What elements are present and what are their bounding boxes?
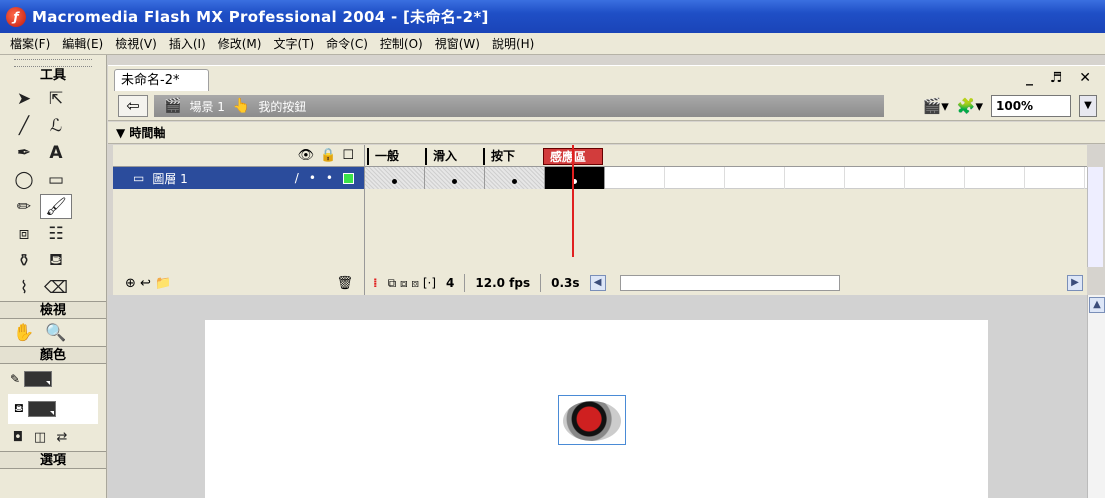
ink-bottle-tool-icon[interactable]: ⚱ xyxy=(8,248,40,273)
flash-app-icon: ƒ xyxy=(6,6,26,27)
layer-name: 圖層 1 xyxy=(152,171,188,186)
frame-label-over: 滑入 xyxy=(425,148,481,165)
color-header: 顏色 xyxy=(0,346,106,364)
frame-down[interactable] xyxy=(485,167,545,189)
stroke-color-icon: ✎ xyxy=(10,372,21,386)
onion-skin-icons[interactable]: ⧉ ⧈ ⧇ [·] xyxy=(388,276,436,291)
tools-panel: 工具 ➤ ⇱ ╱ ℒ ✒ A ◯ ▭ ✏ 🖌 ⧈ ☷ ⚱ ⛾ ⌇ ⌫ 檢視 ✋ … xyxy=(0,55,107,498)
text-tool-icon[interactable]: A xyxy=(40,140,72,165)
selection-tool-icon[interactable]: ➤ xyxy=(8,86,40,111)
scene-crumb[interactable]: 場景 1 xyxy=(189,98,224,115)
brush-tool-icon[interactable]: 🖌 xyxy=(40,194,72,219)
lasso-tool-icon[interactable]: ℒ xyxy=(40,113,72,138)
menu-file[interactable]: 檔案(F) xyxy=(4,35,56,52)
layers-panel: 👁 🔒 ☐ ▭ 圖層 1 / • • ⊕ ↩ 📁 🗑 xyxy=(113,145,365,295)
pencil-tool-icon[interactable]: ✏ xyxy=(8,194,40,219)
elapsed-time: 0.3s xyxy=(551,276,580,290)
edit-symbols-icon[interactable]: 🧩▾ xyxy=(957,97,983,115)
rectangle-tool-icon[interactable]: ▭ xyxy=(40,167,72,192)
document-tab-bar: 未命名-2* _ ♬ ✕ xyxy=(108,65,1105,93)
no-color-icon[interactable]: ◫ xyxy=(30,425,50,450)
current-frame: 4 xyxy=(446,276,455,290)
fill-color-icon: ⛾ xyxy=(14,401,24,415)
options-header: 選項 xyxy=(0,451,106,469)
back-arrow-icon[interactable]: ⇦ xyxy=(118,95,148,117)
add-layer-icons[interactable]: ⊕ ↩ 📁 xyxy=(125,276,171,291)
free-transform-tool-icon[interactable]: ⧈ xyxy=(8,221,40,246)
layer-icon: ▭ xyxy=(133,171,145,185)
eraser-tool-icon[interactable]: ⌫ xyxy=(40,275,72,300)
visible-dot-icon[interactable]: • xyxy=(309,171,316,185)
zoom-field[interactable]: 100% xyxy=(991,95,1071,117)
line-tool-icon[interactable]: ╱ xyxy=(8,113,40,138)
frame-label-up: 一般 xyxy=(367,148,423,165)
fill-transform-tool-icon[interactable]: ☷ xyxy=(40,221,72,246)
menu-view[interactable]: 檢視(V) xyxy=(109,35,163,52)
scroll-up-icon[interactable]: ▲ xyxy=(1089,297,1105,313)
menu-help[interactable]: 說明(H) xyxy=(486,35,540,52)
edit-scene-icon[interactable]: 🎬▾ xyxy=(923,97,949,115)
menu-window[interactable]: 視窗(W) xyxy=(429,35,486,52)
document-area: 未命名-2* _ ♬ ✕ ⇦ 🎬 場景 1 👆 我的按鈕 🎬▾ 🧩▾ 100% … xyxy=(108,55,1105,498)
collapse-arrow-icon[interactable]: ▼ xyxy=(116,126,125,140)
fill-color-swatch[interactable] xyxy=(27,401,56,417)
selection-box xyxy=(558,395,626,445)
zoom-tool-icon[interactable]: 🔍 xyxy=(40,320,72,345)
timeline-header[interactable]: ▼ 時間軸 xyxy=(108,122,1105,144)
pen-tool-icon[interactable]: ✒ xyxy=(8,140,40,165)
outline-color-box[interactable] xyxy=(343,172,354,184)
layer-row[interactable]: ▭ 圖層 1 / • • xyxy=(113,167,364,189)
swap-colors-icon[interactable]: ⇄ xyxy=(52,425,72,450)
frames-row[interactable] xyxy=(365,167,1087,189)
black-white-icon[interactable]: ◘ xyxy=(8,425,28,450)
menu-text[interactable]: 文字(T) xyxy=(267,35,320,52)
eyedropper-tool-icon[interactable]: ⌇ xyxy=(8,275,40,300)
eye-icon[interactable]: 👁 xyxy=(298,148,315,163)
button-symbol-icon: 👆 xyxy=(232,98,251,114)
menu-bar: 檔案(F) 編輯(E) 檢視(V) 插入(I) 修改(M) 文字(T) 命令(C… xyxy=(0,33,1105,55)
trash-icon[interactable]: 🗑 xyxy=(336,276,353,291)
subselection-tool-icon[interactable]: ⇱ xyxy=(40,86,72,111)
window-title: Macromedia Flash MX Professional 2004 - … xyxy=(32,8,489,26)
frame-up[interactable] xyxy=(365,167,425,189)
timeline-hscroll[interactable] xyxy=(619,275,840,291)
breadcrumb: 🎬 場景 1 👆 我的按鈕 xyxy=(154,95,884,117)
lock-icon[interactable]: 🔒 xyxy=(320,148,336,163)
view-header: 檢視 xyxy=(0,301,106,319)
frame-label-down: 按下 xyxy=(483,148,539,165)
title-bar: ƒ Macromedia Flash MX Professional 2004 … xyxy=(0,0,1105,33)
scene-icon: 🎬 xyxy=(164,98,182,114)
frame-over[interactable] xyxy=(425,167,485,189)
symbol-crumb[interactable]: 我的按鈕 xyxy=(258,98,306,115)
paint-bucket-tool-icon[interactable]: ⛾ xyxy=(40,248,72,273)
menu-control[interactable]: 控制(O) xyxy=(374,35,429,52)
menu-commands[interactable]: 命令(C) xyxy=(320,35,374,52)
timeline-status: ⁞ ⧉ ⧈ ⧇ [·] 4 12.0 fps 0.3s ◀ ▶ xyxy=(365,271,1087,295)
scroll-right-icon[interactable]: ▶ xyxy=(1067,275,1083,291)
document-tab[interactable]: 未命名-2* xyxy=(114,69,209,93)
menu-insert[interactable]: 插入(I) xyxy=(163,35,212,52)
zoom-dropdown-icon[interactable]: ▼ xyxy=(1079,95,1097,117)
timeline-title: 時間軸 xyxy=(129,126,166,140)
stage-vscroll[interactable]: ▲ xyxy=(1087,295,1105,498)
menu-modify[interactable]: 修改(M) xyxy=(212,35,268,52)
tools-header: 工具 xyxy=(39,68,66,83)
lock-dot-icon[interactable]: • xyxy=(326,171,333,185)
edit-bar: ⇦ 🎬 場景 1 👆 我的按鈕 🎬▾ 🧩▾ 100% ▼ xyxy=(108,91,1105,121)
scroll-left-icon[interactable]: ◀ xyxy=(589,275,606,291)
panel-grip[interactable] xyxy=(14,59,92,67)
frames-panel: 一般 滑入 按下 感應區 ⁞ ⧉ ⧈ ⧇ [·] 4 12.0 fps 0.3s… xyxy=(365,145,1087,295)
outline-icon[interactable]: ☐ xyxy=(342,148,354,163)
stroke-color-swatch[interactable] xyxy=(24,371,53,387)
timeline-vscroll[interactable] xyxy=(1087,167,1103,267)
oval-tool-icon[interactable]: ◯ xyxy=(8,167,40,192)
hand-tool-icon[interactable]: ✋ xyxy=(8,320,40,345)
center-frame-icon[interactable]: ⁞ xyxy=(373,276,378,290)
frame-rate: 12.0 fps xyxy=(475,276,531,290)
playhead[interactable] xyxy=(572,145,574,257)
frame-hit[interactable] xyxy=(545,167,605,189)
window-controls[interactable]: _ ♬ ✕ xyxy=(1026,70,1097,86)
menu-edit[interactable]: 編輯(E) xyxy=(56,35,109,52)
pencil-icon: / xyxy=(294,171,299,185)
